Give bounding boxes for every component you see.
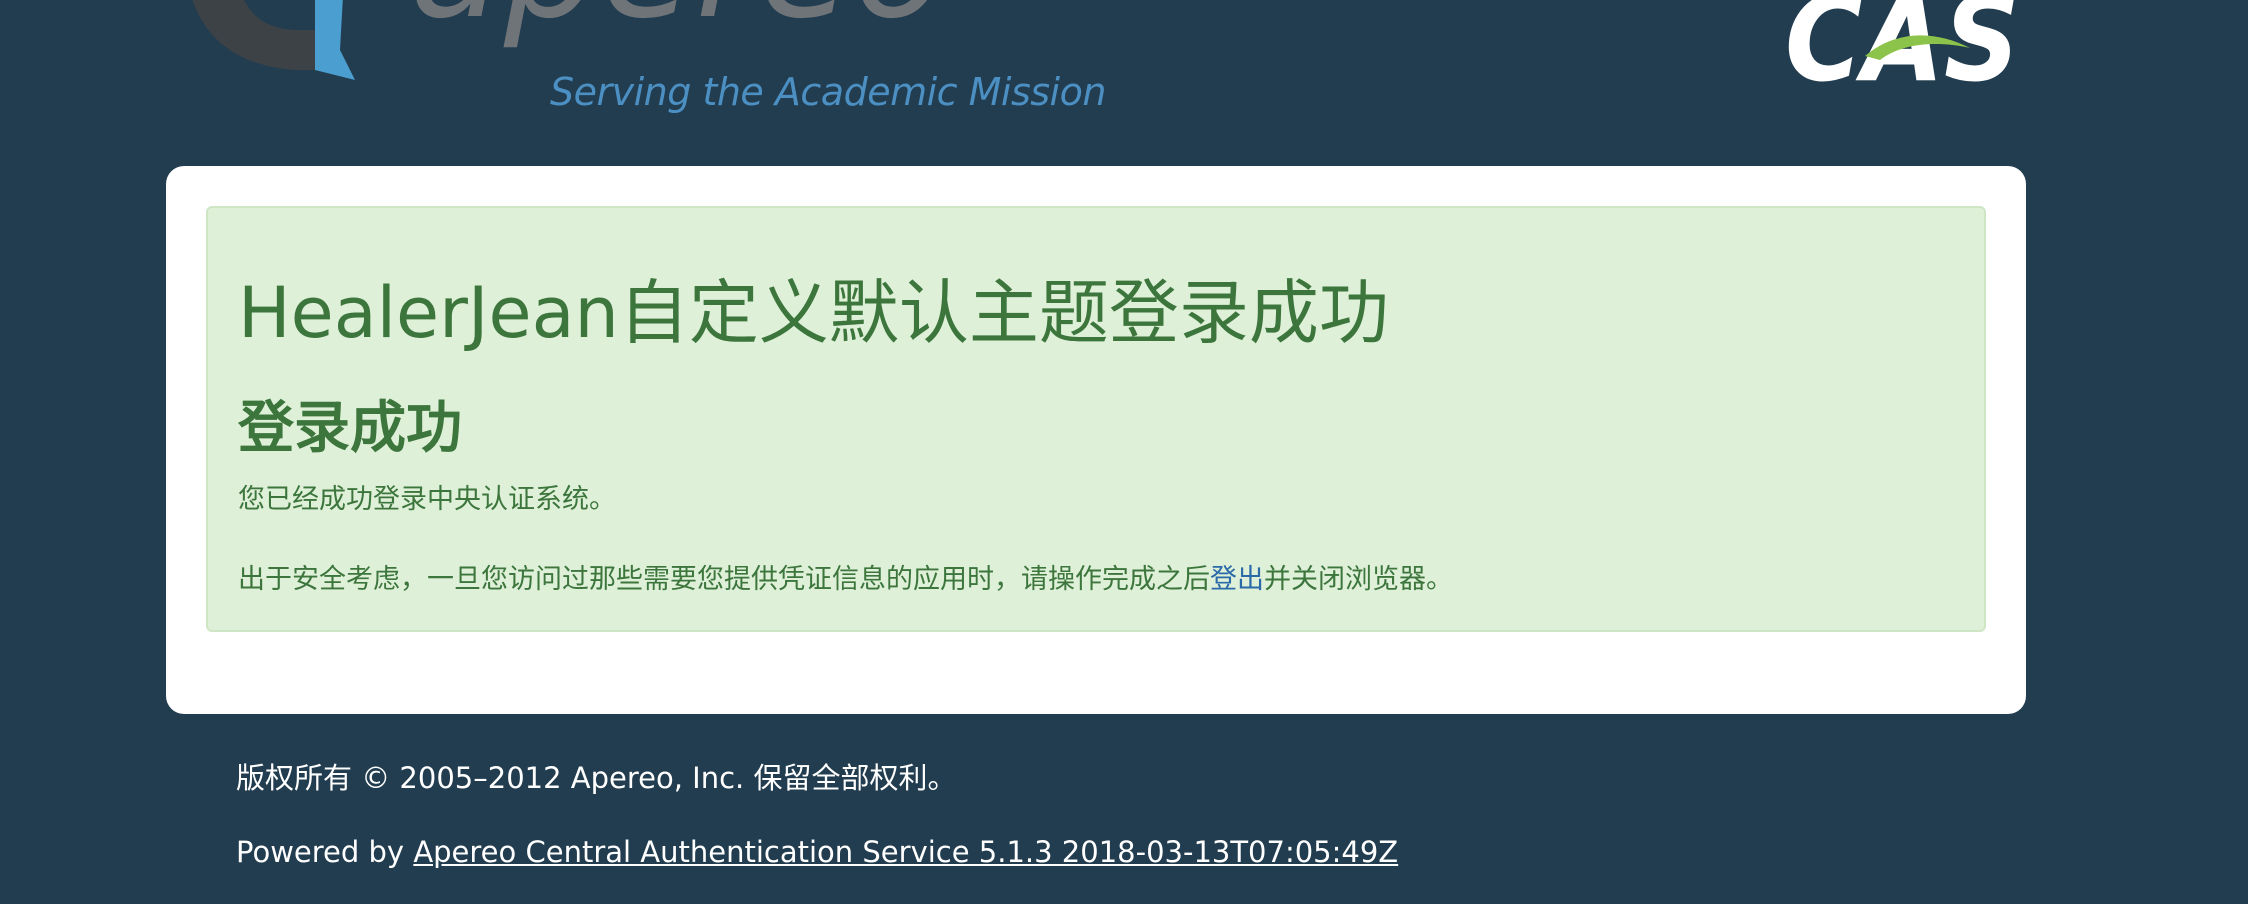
powered-by-label: Powered by [236, 835, 414, 869]
copyright-text: 版权所有 © 2005–2012 Apereo, Inc. 保留全部权利。 [236, 761, 957, 795]
security-message-tail: 并关闭浏览器。 [1264, 564, 1453, 595]
apereo-logo: apereo Serving the Academic Mission [165, 0, 1106, 130]
content-card: HealerJean自定义默认主题登录成功 登录成功 您已经成功登录中央认证系统… [166, 166, 2026, 714]
apereo-tagline: Serving the Academic Mission [550, 70, 1106, 114]
theme-title: HealerJean自定义默认主题登录成功 [238, 272, 1389, 354]
success-heading: 登录成功 [238, 396, 462, 461]
security-message-text: 出于安全考虑，一旦您访问过那些需要您提供凭证信息的应用时，请操作完成之后 [238, 564, 1210, 595]
logout-link[interactable]: 登出 [1210, 564, 1264, 595]
apereo-mark-icon [192, 0, 355, 80]
success-alert: HealerJean自定义默认主题登录成功 登录成功 您已经成功登录中央认证系统… [206, 206, 1986, 632]
security-message: 出于安全考虑，一旦您访问过那些需要您提供凭证信息的应用时，请操作完成之后登出并关… [238, 564, 1453, 596]
cas-logo-icon: CAS [1785, 0, 2020, 90]
cas-version-link[interactable]: Apereo Central Authentication Service 5.… [413, 835, 1398, 869]
success-message: 您已经成功登录中央认证系统。 [238, 484, 616, 515]
powered-by: Powered by Apereo Central Authentication… [236, 835, 1398, 869]
apereo-wordmark: apereo [410, 0, 947, 40]
